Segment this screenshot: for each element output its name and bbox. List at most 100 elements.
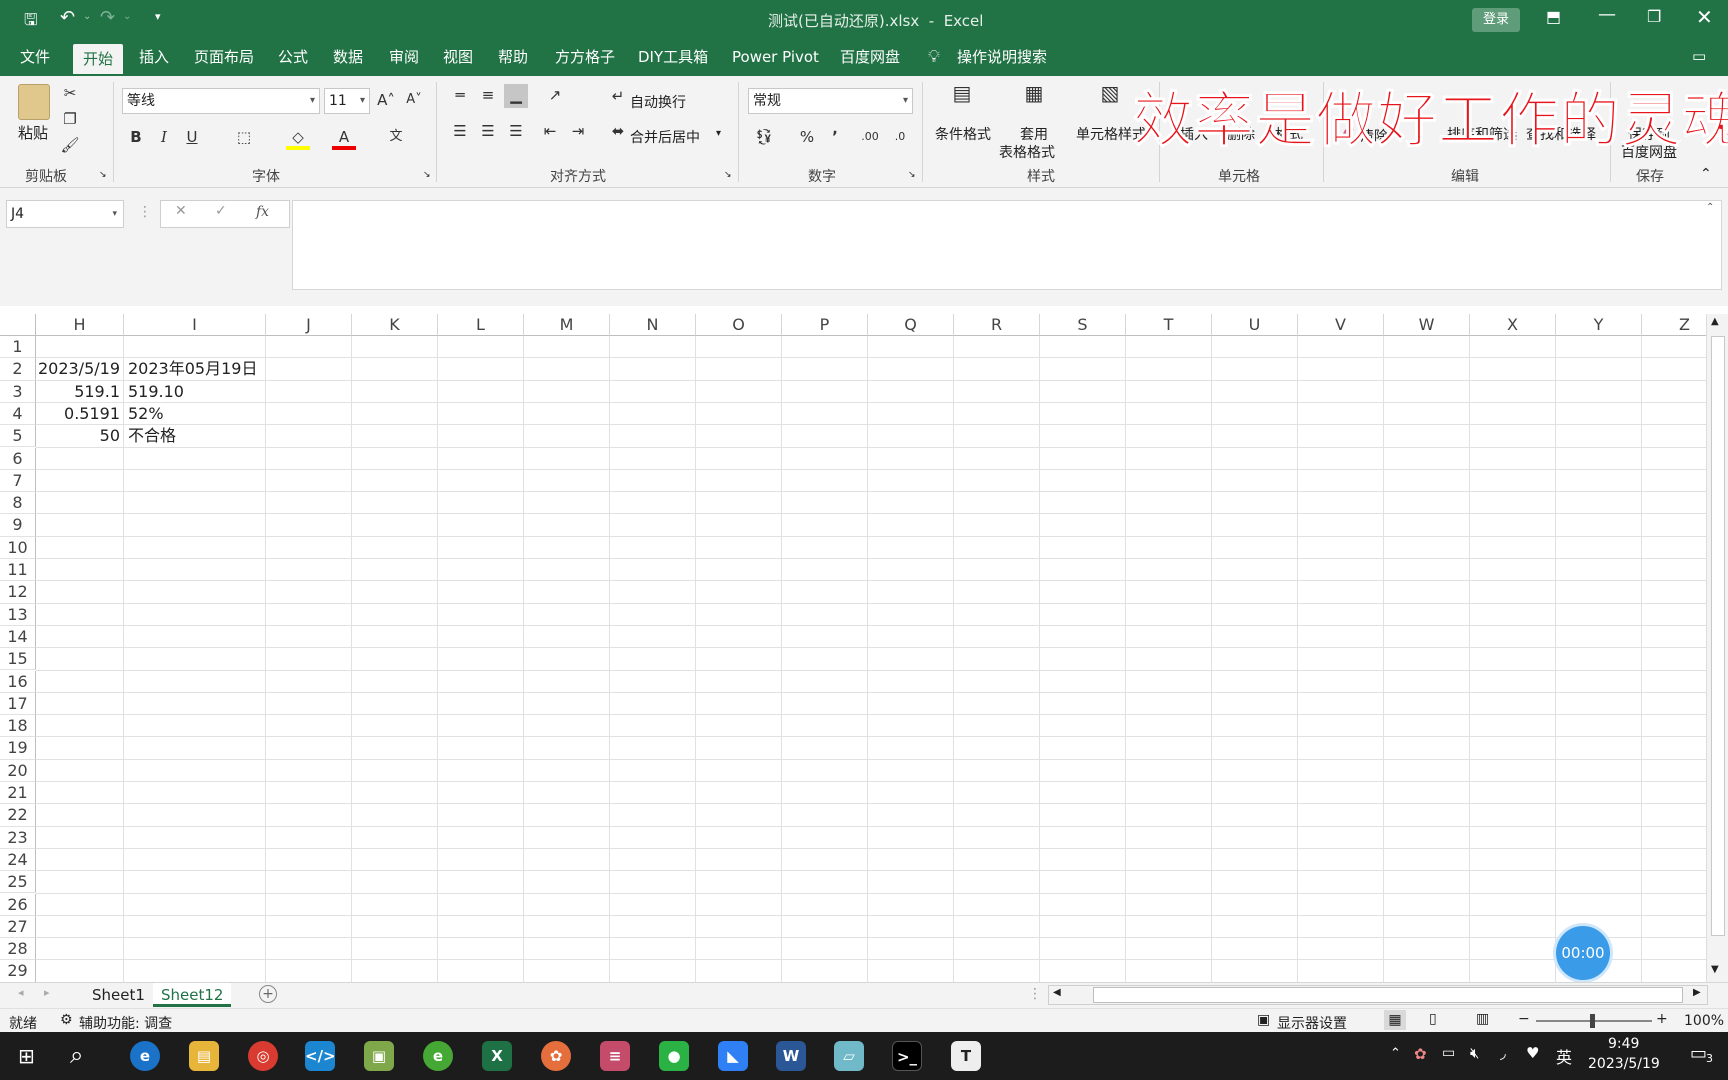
column-header-w[interactable]: W xyxy=(1384,314,1470,336)
notes-icon[interactable]: ▱ xyxy=(834,1041,864,1071)
row-header-19[interactable]: 19 xyxy=(0,737,36,760)
row-header-16[interactable]: 16 xyxy=(0,670,36,693)
save-icon[interactable]: 🖫 xyxy=(24,9,38,36)
conditional-format-button[interactable]: 条件格式 xyxy=(935,124,991,144)
column-header-k[interactable]: K xyxy=(352,314,438,336)
cell-i3[interactable]: 519.10 xyxy=(128,381,184,403)
orientation-icon[interactable]: ↗ xyxy=(543,84,567,108)
align-middle-icon[interactable]: ≡ xyxy=(476,84,500,108)
wechat-icon[interactable]: ● xyxy=(659,1041,689,1071)
formula-input[interactable] xyxy=(292,200,1722,290)
row-header-1[interactable]: 1 xyxy=(0,336,36,359)
tab-insert[interactable]: 插入 xyxy=(139,38,169,76)
column-header-p[interactable]: P xyxy=(782,314,868,336)
increase-decimal-icon[interactable]: .00 xyxy=(858,126,882,150)
select-all-corner[interactable] xyxy=(0,314,36,336)
excel-icon[interactable]: X xyxy=(482,1041,512,1071)
restore-icon[interactable]: ❐ xyxy=(1647,7,1661,26)
column-header-m[interactable]: M xyxy=(524,314,610,336)
cut-icon[interactable]: ✂ xyxy=(58,82,82,106)
column-header-z[interactable]: Z xyxy=(1642,314,1706,336)
align-bottom-icon[interactable]: ▁ xyxy=(504,84,528,108)
align-right-icon[interactable]: ☰ xyxy=(504,120,528,144)
redo-dropdown-icon[interactable]: ⌄ xyxy=(123,11,131,22)
page-layout-view-icon[interactable]: ▯ xyxy=(1429,1011,1437,1027)
row-header-20[interactable]: 20 xyxy=(0,759,36,782)
ribbon-display-options-icon[interactable]: ⬒ xyxy=(1546,7,1561,26)
clock-date[interactable]: 2023/5/19 xyxy=(1588,1056,1660,1072)
network-icon[interactable]: ◞ xyxy=(1500,1044,1506,1062)
row-header-15[interactable]: 15 xyxy=(0,648,36,671)
clipboard-launcher-icon[interactable]: ↘ xyxy=(99,170,107,180)
row-header-24[interactable]: 24 xyxy=(0,848,36,872)
bold-button[interactable]: B xyxy=(124,126,148,150)
insert-function-button[interactable]: fx xyxy=(256,204,269,220)
tab-ffgz[interactable]: 方方格子 xyxy=(555,38,615,76)
font-name-combo[interactable]: 等线 ▾ xyxy=(122,88,320,114)
row-header-12[interactable]: 12 xyxy=(0,581,36,604)
zoom-in-icon[interactable]: + xyxy=(1656,1011,1668,1027)
comments-icon[interactable]: ▭ xyxy=(1692,47,1706,65)
sheet-tab-sheet12[interactable]: Sheet12 xyxy=(153,983,232,1007)
column-header-y[interactable]: Y xyxy=(1556,314,1642,336)
column-header-l[interactable]: L xyxy=(438,314,524,336)
fill-color-icon[interactable]: ◇ xyxy=(286,126,310,150)
align-top-icon[interactable]: ═ xyxy=(448,84,472,108)
confirm-entry-icon[interactable]: ✓ xyxy=(215,203,227,219)
windows-start-icon[interactable]: ⊞ xyxy=(18,1044,35,1068)
phonetic-icon[interactable]: 文 xyxy=(384,126,408,150)
alignment-launcher-icon[interactable]: ↘ xyxy=(724,170,732,180)
redo-icon[interactable]: ↷ xyxy=(100,7,115,28)
vscode-icon[interactable]: </> xyxy=(305,1041,336,1071)
row-header-6[interactable]: 6 xyxy=(0,447,36,470)
row-header-29[interactable]: 29 xyxy=(0,960,36,982)
row-header-10[interactable]: 10 xyxy=(0,536,36,559)
row-header-17[interactable]: 17 xyxy=(0,692,36,716)
tab-file[interactable]: 文件 xyxy=(20,38,50,76)
cell-i4[interactable]: 52% xyxy=(128,403,164,425)
number-launcher-icon[interactable]: ↘ xyxy=(908,170,916,180)
scroll-left-icon[interactable]: ◀ xyxy=(1053,987,1061,998)
tab-data[interactable]: 数据 xyxy=(333,38,363,76)
scroll-down-icon[interactable]: ▼ xyxy=(1711,964,1719,975)
underline-button[interactable]: U xyxy=(180,126,204,150)
decrease-font-icon[interactable]: A˅ xyxy=(402,89,426,113)
tab-review[interactable]: 审阅 xyxy=(389,38,419,76)
merge-dropdown-icon[interactable]: ▾ xyxy=(716,128,721,139)
scroll-left-sheet-icon[interactable]: ◂ xyxy=(18,986,24,999)
tab-home[interactable]: 开始 xyxy=(73,44,124,76)
scroll-thumb[interactable] xyxy=(1711,336,1725,936)
row-header-18[interactable]: 18 xyxy=(0,715,36,738)
row-header-14[interactable]: 14 xyxy=(0,625,36,649)
increase-indent-icon[interactable]: ⇥ xyxy=(566,120,590,144)
tray-app-icon[interactable]: ✿ xyxy=(1414,1045,1427,1063)
format-as-table-button-line2[interactable]: 表格格式 xyxy=(999,142,1055,162)
close-icon[interactable]: ✕ xyxy=(1696,5,1713,29)
customize-qat-icon[interactable]: ▾ xyxy=(155,10,161,23)
column-header-u[interactable]: U xyxy=(1212,314,1298,336)
clock-time[interactable]: 9:49 xyxy=(1608,1036,1639,1052)
search-icon[interactable]: ⌕ xyxy=(70,1041,83,1069)
cell-h4[interactable]: 0.5191 xyxy=(36,403,120,425)
row-header-23[interactable]: 23 xyxy=(0,826,36,849)
format-painter-icon[interactable]: 🖌︎ xyxy=(58,134,82,158)
row-header-7[interactable]: 7 xyxy=(0,469,36,493)
row-header-27[interactable]: 27 xyxy=(0,915,36,939)
browser-icon[interactable]: e xyxy=(423,1041,453,1071)
accessibility-status[interactable]: 辅助功能: 调查 xyxy=(79,1013,172,1033)
zoom-thumb[interactable] xyxy=(1590,1014,1595,1028)
sheet-tab-sheet1[interactable]: Sheet1 xyxy=(84,983,153,1007)
row-header-9[interactable]: 9 xyxy=(0,514,36,537)
tab-help[interactable]: 帮助 xyxy=(498,38,528,76)
normal-view-icon[interactable]: ▦ xyxy=(1384,1010,1406,1030)
row-header-25[interactable]: 25 xyxy=(0,871,36,894)
column-header-h[interactable]: H xyxy=(36,314,124,336)
comma-style-button[interactable]: ʼ xyxy=(823,126,847,150)
column-header-x[interactable]: X xyxy=(1470,314,1556,336)
font-color-icon[interactable]: A xyxy=(332,126,356,150)
font-size-combo[interactable]: 11 ▾ xyxy=(324,88,370,114)
app-icon[interactable]: ▣ xyxy=(364,1041,394,1071)
collapse-ribbon-icon[interactable]: ⌃ xyxy=(1700,166,1712,182)
minimize-icon[interactable]: — xyxy=(1598,4,1616,25)
battery-icon[interactable]: ▭ xyxy=(1442,1045,1455,1061)
